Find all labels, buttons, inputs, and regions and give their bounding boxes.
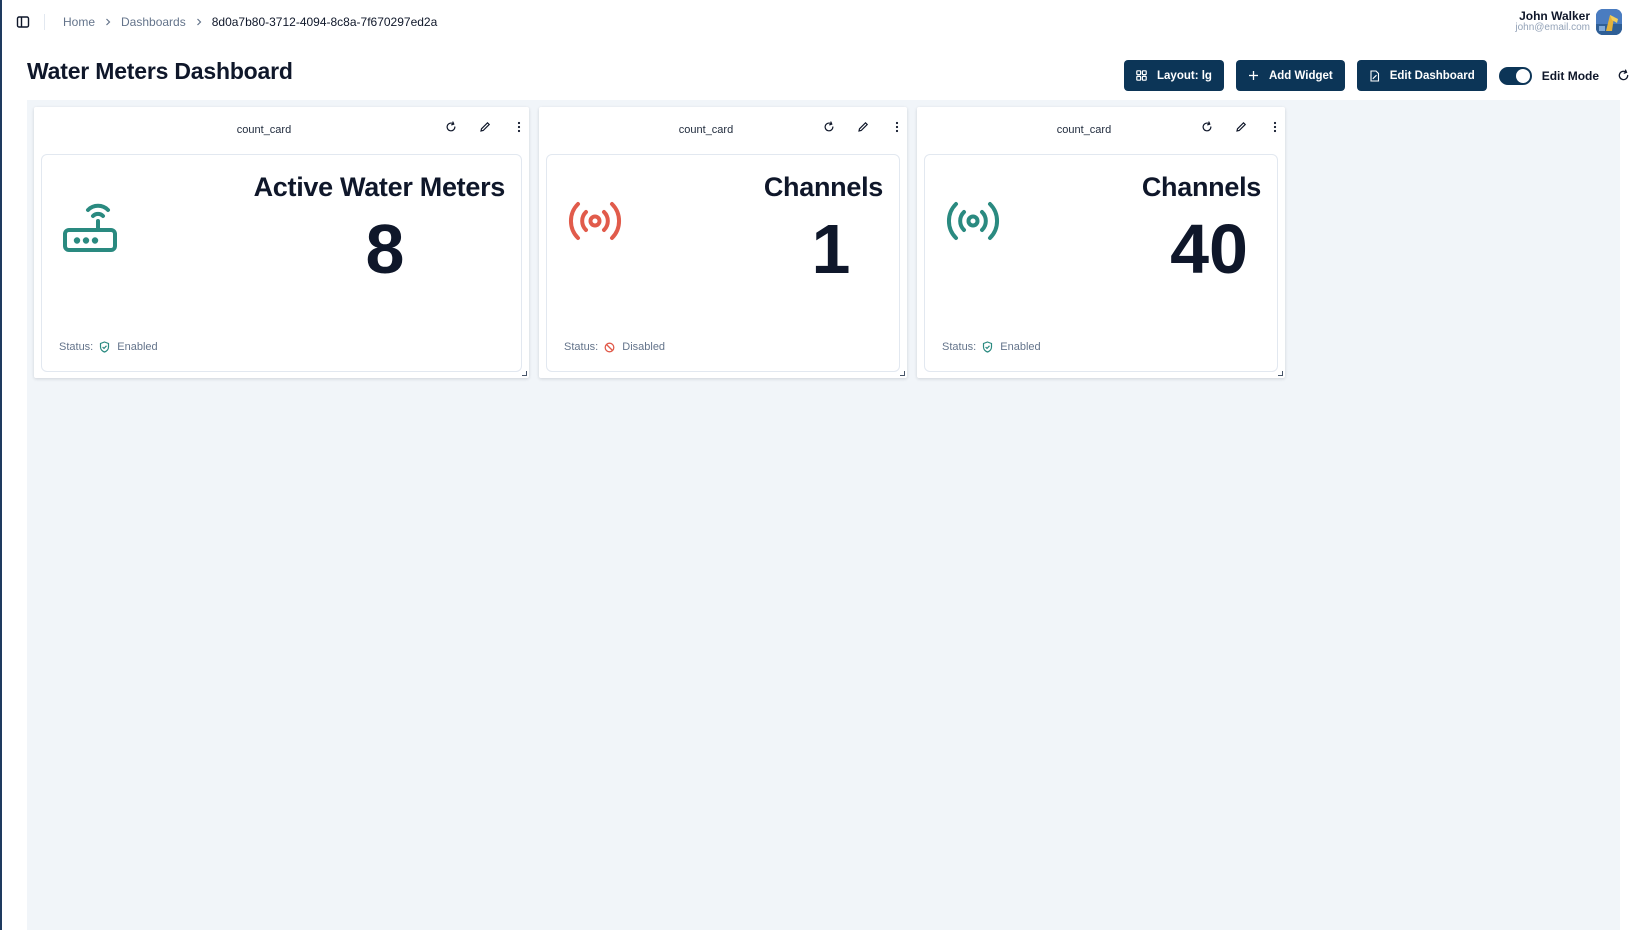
count-card-label: Channels (1141, 172, 1261, 202)
dashboard-canvas: count_card Active Water Meters 8 Status:… (27, 100, 1620, 930)
resize-handle[interactable] (522, 371, 527, 376)
edit-dashboard-button[interactable]: Edit Dashboard (1356, 60, 1487, 91)
widget-header: count_card (539, 107, 907, 149)
status-label: Status: (942, 341, 977, 353)
widget-tools (1200, 120, 1282, 134)
count-card-status: Status: Enabled (942, 341, 1041, 353)
status-label: Status: (59, 341, 94, 353)
add-widget-button[interactable]: Add Widget (1235, 60, 1345, 91)
pencil-icon[interactable] (856, 120, 870, 134)
broadcast-icon (945, 199, 1001, 248)
user-info: John Walker john@email.com (1515, 10, 1590, 33)
user-menu[interactable]: John Walker john@email.com (1515, 9, 1622, 35)
router-icon (62, 199, 118, 260)
count-card-status: Status: Disabled (564, 341, 665, 353)
avatar[interactable] (1596, 9, 1622, 35)
edit-mode-toggle[interactable] (1498, 66, 1532, 85)
edit-file-icon (1370, 69, 1379, 82)
count-card-value: 1 (811, 210, 851, 288)
layout-button-label: Layout: lg (1157, 69, 1212, 82)
count-card: Channels 40 Status: Enabled (924, 154, 1278, 372)
toggle-knob (1515, 68, 1530, 83)
widget-header: count_card (34, 107, 529, 149)
breadcrumb-current: 8d0a7b80-3712-4094-8c8a-7f670297ed2a (211, 15, 438, 29)
breadcrumb-home[interactable]: Home (63, 15, 95, 29)
pencil-icon[interactable] (1234, 120, 1248, 134)
status-value: Disabled (622, 341, 666, 353)
widget-tools (822, 120, 904, 134)
breadcrumb-dashboards[interactable]: Dashboards (121, 15, 186, 29)
refresh-dashboard-icon[interactable] (1617, 68, 1631, 83)
refresh-icon[interactable] (444, 120, 458, 134)
widget-count-card: count_card Channel (539, 107, 907, 378)
shield-check-icon (982, 341, 993, 353)
user-email: john@email.com (1515, 22, 1590, 34)
broadcast-icon (567, 199, 623, 248)
status-label: Status: (564, 341, 599, 353)
breadcrumb: Home Dashboards 8d0a7b80-3712-4094-8c8a-… (63, 15, 437, 29)
widget-count-card: count_card Active Water Meters 8 Status:… (34, 107, 529, 378)
chevron-right-icon (195, 18, 203, 26)
count-card-value: 8 (365, 210, 405, 288)
resize-handle[interactable] (1278, 371, 1283, 376)
status-value: Enabled (117, 341, 158, 353)
widget-title: count_card (236, 124, 292, 136)
count-card: Active Water Meters 8 Status: Enabled (41, 154, 522, 372)
edit-mode-label: Edit Mode (1541, 68, 1600, 83)
count-card: Channels 1 Status: Disabled (546, 154, 900, 372)
plus-icon (1248, 71, 1258, 80)
add-widget-button-label: Add Widget (1268, 69, 1333, 82)
dashboard-actions: Layout: lg Add Widget Edit Dashboard Edi… (1124, 60, 1631, 91)
layout-button[interactable]: Layout: lg (1124, 60, 1224, 91)
widget-tools (444, 120, 526, 134)
shield-check-icon (99, 341, 110, 353)
sidebar-toggle-icon[interactable] (16, 15, 30, 29)
refresh-icon[interactable] (822, 120, 836, 134)
count-card-value: 40 (1170, 210, 1248, 288)
edit-dashboard-button-label: Edit Dashboard (1389, 69, 1475, 82)
layout-grid-icon (1136, 70, 1147, 81)
more-vertical-icon[interactable] (512, 120, 526, 134)
count-card-status: Status: Enabled (59, 341, 158, 353)
top-bar: Home Dashboards 8d0a7b80-3712-4094-8c8a-… (0, 0, 1646, 46)
more-vertical-icon[interactable] (890, 120, 904, 134)
more-vertical-icon[interactable] (1268, 120, 1282, 134)
widget-count-card: count_card Channel (917, 107, 1285, 378)
count-card-label: Channels (763, 172, 883, 202)
page-title: Water Meters Dashboard (27, 58, 293, 84)
pencil-icon[interactable] (478, 120, 492, 134)
resize-handle[interactable] (900, 371, 905, 376)
left-edge (0, 0, 2, 930)
status-value: Enabled (1000, 341, 1041, 353)
count-card-label: Active Water Meters (253, 172, 506, 202)
chevron-right-icon (104, 18, 112, 26)
toolbar-divider (44, 14, 45, 30)
widget-header: count_card (917, 107, 1285, 149)
refresh-icon[interactable] (1200, 120, 1214, 134)
ban-icon (604, 342, 615, 353)
